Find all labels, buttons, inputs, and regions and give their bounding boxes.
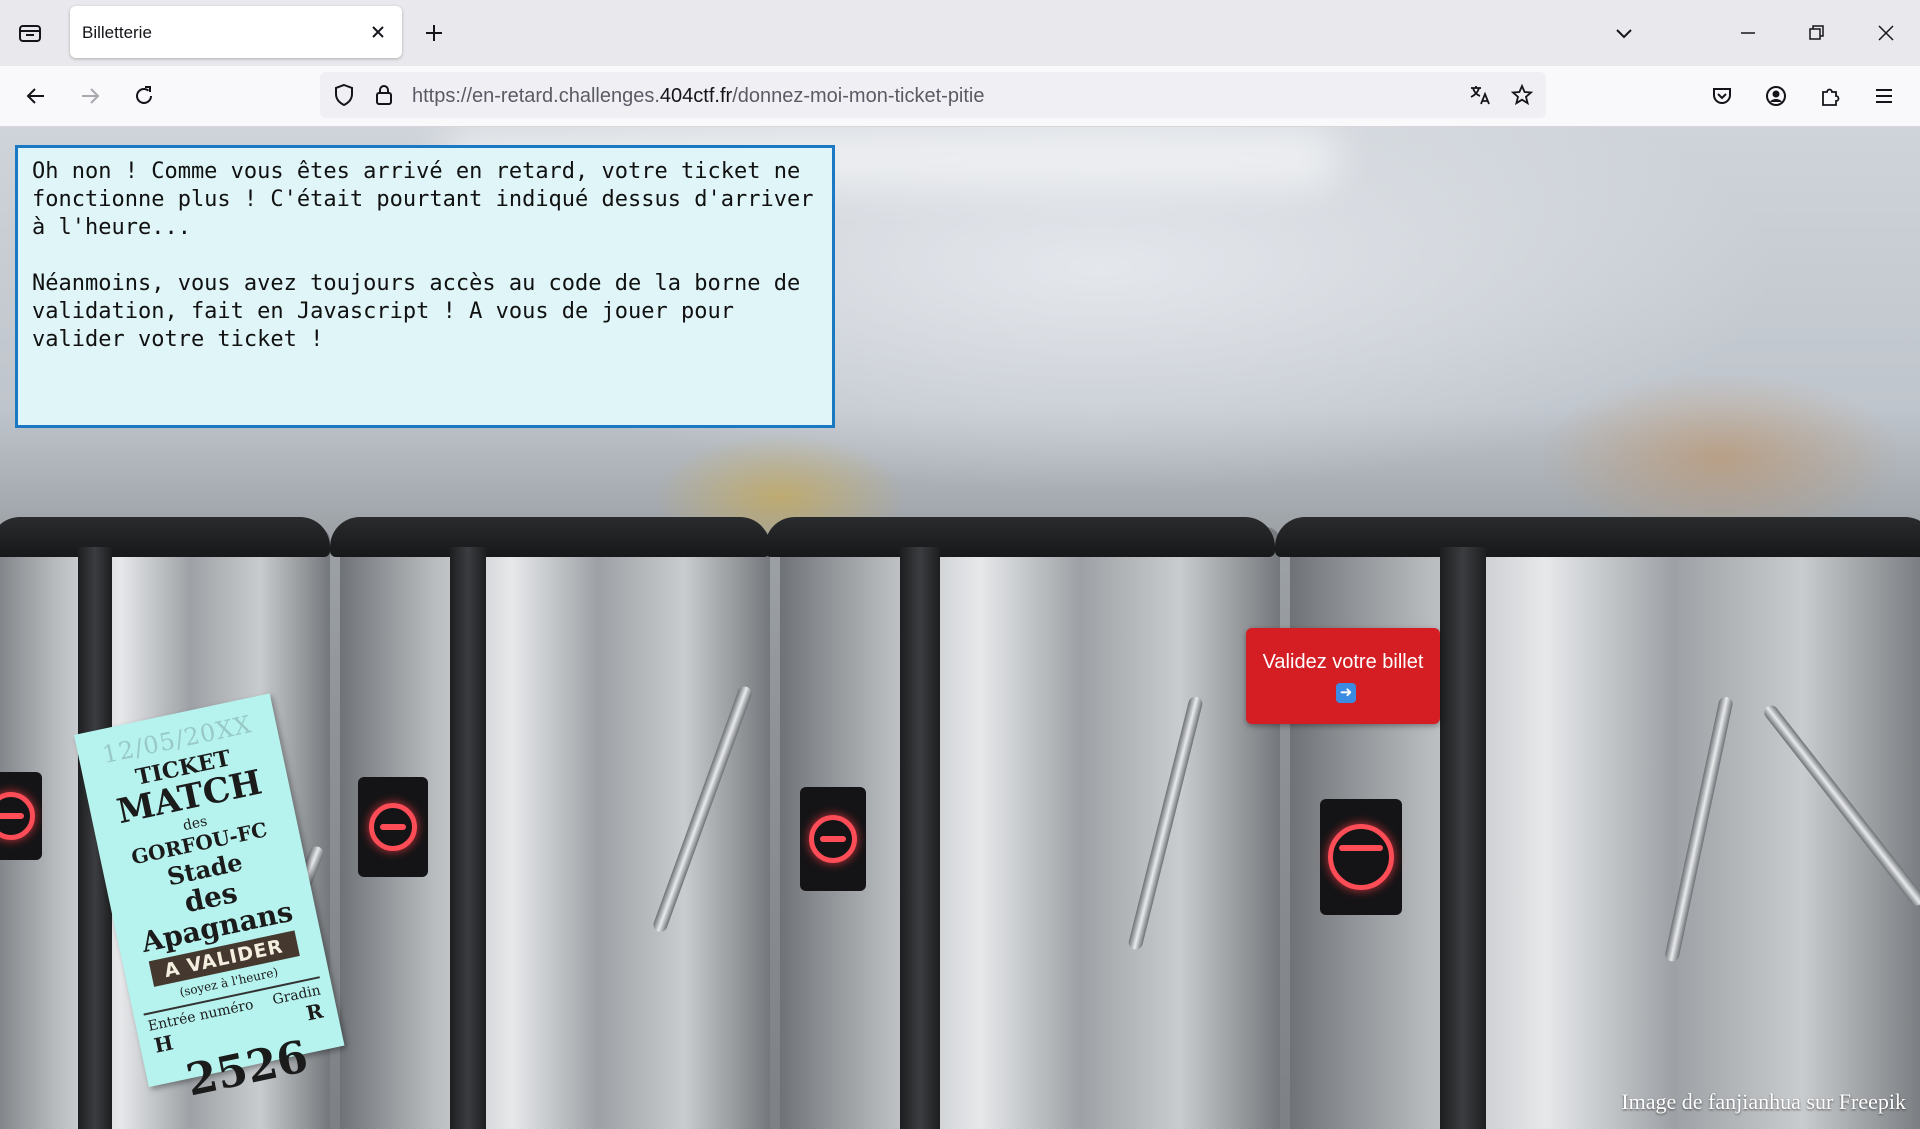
account-icon[interactable] [1758,78,1794,114]
no-entry-sign-icon [0,772,42,860]
tab-list-icon[interactable] [12,17,48,49]
arrow-left-icon[interactable] [18,78,54,114]
restore-icon[interactable] [1798,17,1834,49]
validate-ticket-button[interactable]: Validez votre billet ➜ [1246,628,1440,724]
url-path: /donnez-moi-mon-ticket-pitie [732,85,985,107]
arrow-right-emoji-icon: ➜ [1336,683,1356,703]
turnstile-top [0,517,330,557]
url-prefix: https://en-retard.challenges. [412,85,660,107]
tab-billetterie[interactable]: Billetterie [70,6,402,58]
no-entry-sign-icon [1320,799,1402,915]
reload-icon[interactable] [126,78,162,114]
close-icon[interactable] [366,20,390,44]
star-icon[interactable] [1508,81,1536,109]
close-window-icon[interactable] [1868,17,1904,49]
chevron-down-icon[interactable] [1606,17,1642,49]
ticket-entree-letter: H [151,1030,176,1058]
turnstile-top [330,517,770,557]
plus-icon[interactable] [418,17,450,49]
turnstile-top [1275,517,1920,557]
minimize-icon[interactable] [1730,17,1766,49]
page-content: Oh non ! Comme vous êtes arrivé en retar… [0,127,1920,1129]
lock-icon[interactable] [370,81,398,109]
turnstile-post [900,547,940,1129]
hamburger-icon[interactable] [1866,78,1902,114]
arrow-right-icon[interactable] [72,78,108,114]
url-text[interactable]: https://en-retard.challenges.404ctf.fr/d… [412,85,985,108]
nav-bar: https://en-retard.challenges.404ctf.fr/d… [0,66,1920,127]
tab-title: Billetterie [82,23,152,42]
image-credit: Image de fanjianhua sur Freepik [1621,1089,1906,1114]
puzzle-icon[interactable] [1812,78,1848,114]
ticket-gradin-letter: R [303,998,326,1026]
url-bar[interactable]: https://en-retard.challenges.404ctf.fr/d… [320,72,1546,118]
shield-icon[interactable] [330,81,358,109]
url-domain: 404ctf.fr [659,85,733,107]
message-paragraph-2: Néanmoins, vous avez toujours accès au c… [32,271,814,352]
message-paragraph-1: Oh non ! Comme vous êtes arrivé en retar… [32,159,827,240]
no-entry-sign-icon [358,777,428,877]
translate-icon[interactable] [1466,81,1494,109]
turnstile-post [1440,547,1486,1129]
turnstile-top [765,517,1275,557]
pocket-icon[interactable] [1704,78,1740,114]
no-entry-sign-icon [800,787,866,891]
validate-button-label: Validez votre billet [1262,651,1424,673]
turnstile-post [450,547,486,1129]
message-box: Oh non ! Comme vous êtes arrivé en retar… [15,145,835,428]
tab-bar: Billetterie [0,0,1920,66]
